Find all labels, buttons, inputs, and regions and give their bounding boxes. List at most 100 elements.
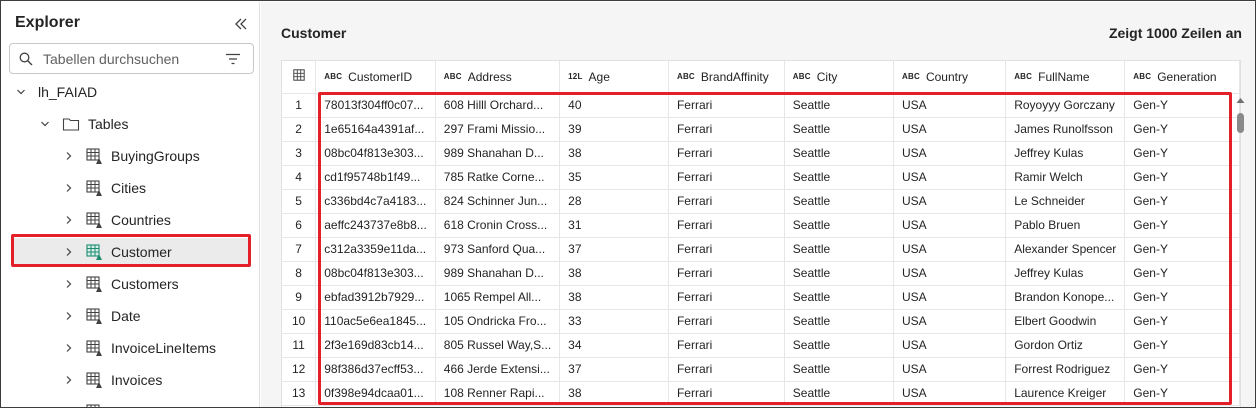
- table-row[interactable]: 12 98f386d37ecff53... 466 Jerde Extensi...…: [282, 357, 1240, 382]
- table-cell[interactable]: Ferrari: [668, 189, 785, 214]
- table-cell[interactable]: Ferrari: [668, 381, 785, 406]
- table-cell[interactable]: Ferrari: [668, 213, 785, 238]
- table-cell[interactable]: 110ac5e6ea1845...: [315, 309, 436, 334]
- table-cell[interactable]: Gen-Y: [1124, 189, 1240, 214]
- table-cell[interactable]: USA: [893, 189, 1007, 214]
- table-cell[interactable]: 39: [559, 117, 669, 142]
- table-cell[interactable]: Gen-Y: [1124, 213, 1240, 238]
- column-header[interactable]: ABC CustomerID: [315, 61, 436, 94]
- row-number[interactable]: 9: [282, 285, 317, 310]
- table-cell[interactable]: USA: [893, 381, 1007, 406]
- table-cell[interactable]: Gen-Y: [1124, 285, 1240, 310]
- table-cell[interactable]: Gen-Y: [1124, 333, 1240, 358]
- table-row[interactable]: 2 1e65164a4391af... 297 Frami Missio... 39 F…: [282, 117, 1240, 142]
- table-cell[interactable]: 08bc04f813e303...: [315, 261, 436, 286]
- table-row[interactable]: 1 78013f304ff0c07... 608 Hilll Orchard... 4…: [282, 93, 1240, 118]
- tree-item-table[interactable]: Cities: [2, 174, 259, 202]
- table-cell[interactable]: 37: [559, 237, 669, 262]
- table-cell[interactable]: cd1f95748b1f49...: [315, 165, 436, 190]
- table-row[interactable]: 5 c336bd4c7a4183... 824 Schinner Jun... 28 F…: [282, 189, 1240, 214]
- table-cell[interactable]: Seattle: [784, 261, 895, 286]
- table-cell[interactable]: 805 Russel Way,S...: [435, 333, 561, 358]
- table-cell[interactable]: Royoyyy Gorczany: [1005, 93, 1126, 118]
- chevron-right-icon[interactable]: [63, 214, 75, 226]
- table-cell[interactable]: Seattle: [784, 357, 895, 382]
- table-cell[interactable]: Ferrari: [668, 165, 785, 190]
- row-number[interactable]: 11: [282, 333, 317, 358]
- table-cell[interactable]: 0f398e94dcaa01...: [315, 381, 436, 406]
- table-cell[interactable]: USA: [893, 117, 1007, 142]
- table-cell[interactable]: 38: [559, 141, 669, 166]
- table-cell[interactable]: c312a3359e11da...: [315, 237, 436, 262]
- table-cell[interactable]: Gen-Y: [1124, 381, 1240, 406]
- table-cell[interactable]: 33: [559, 309, 669, 334]
- table-cell[interactable]: Gen-Y: [1124, 117, 1240, 142]
- table-cell[interactable]: Jeffrey Kulas: [1005, 141, 1126, 166]
- table-cell[interactable]: Forrest Rodriguez: [1005, 357, 1126, 382]
- table-cell[interactable]: Ferrari: [668, 357, 785, 382]
- table-cell[interactable]: ebfad3912b7929...: [315, 285, 436, 310]
- table-cell[interactable]: Ferrari: [668, 309, 785, 334]
- filter-icon[interactable]: [225, 53, 241, 65]
- table-cell[interactable]: USA: [893, 213, 1007, 238]
- tree-item-table[interactable]: Date: [2, 302, 259, 330]
- table-cell[interactable]: Seattle: [784, 237, 895, 262]
- table-cell[interactable]: USA: [893, 357, 1007, 382]
- table-cell[interactable]: 608 Hilll Orchard...: [435, 93, 561, 118]
- column-header[interactable]: 12L Age: [559, 61, 669, 94]
- table-cell[interactable]: Gordon Ortiz: [1005, 333, 1126, 358]
- table-cell[interactable]: Seattle: [784, 309, 895, 334]
- table-cell[interactable]: 34: [559, 333, 669, 358]
- table-cell[interactable]: USA: [893, 285, 1007, 310]
- data-grid[interactable]: ABC CustomerID ABC Address 12L Age ABC Brand…: [281, 60, 1241, 407]
- table-cell[interactable]: Ferrari: [668, 237, 785, 262]
- table-cell[interactable]: 35: [559, 165, 669, 190]
- chevron-right-icon[interactable]: [63, 182, 75, 194]
- row-number[interactable]: 12: [282, 357, 317, 382]
- table-cell[interactable]: USA: [893, 333, 1007, 358]
- column-header[interactable]: ABC BrandAffinity: [668, 61, 785, 94]
- table-cell[interactable]: James Runolfsson: [1005, 117, 1126, 142]
- table-cell[interactable]: 38: [559, 381, 669, 406]
- table-cell[interactable]: Ferrari: [668, 333, 785, 358]
- table-cell[interactable]: 618 Cronin Cross...: [435, 213, 561, 238]
- table-cell[interactable]: 2f3e169d83cb14...: [315, 333, 436, 358]
- table-cell[interactable]: Ferrari: [668, 93, 785, 118]
- scroll-up-arrow-icon[interactable]: [1236, 97, 1245, 104]
- table-cell[interactable]: Seattle: [784, 213, 895, 238]
- table-row[interactable]: 6 aeffc243737e8b8... 618 Cronin Cross... 31…: [282, 213, 1240, 238]
- table-cell[interactable]: USA: [893, 261, 1007, 286]
- table-row[interactable]: 10 110ac5e6ea1845... 105 Ondricka Fro... 33…: [282, 309, 1240, 334]
- table-cell[interactable]: Gen-Y: [1124, 165, 1240, 190]
- table-row[interactable]: 7 c312a3359e11da... 973 Sanford Qua... 37 Fe…: [282, 237, 1240, 262]
- row-number[interactable]: 6: [282, 213, 317, 238]
- table-cell[interactable]: Alexander Spencer: [1005, 237, 1126, 262]
- tree-item-tables-folder[interactable]: Tables: [2, 110, 259, 138]
- table-cell[interactable]: Seattle: [784, 93, 895, 118]
- table-cell[interactable]: Gen-Y: [1124, 357, 1240, 382]
- table-search-input[interactable]: [43, 49, 223, 69]
- table-row[interactable]: 13 0f398e94dcaa01... 108 Renner Rapi... 38 F…: [282, 381, 1240, 406]
- table-cell[interactable]: c336bd4c7a4183...: [315, 189, 436, 214]
- scrollbar-thumb[interactable]: [1237, 113, 1244, 133]
- table-cell[interactable]: Ramir Welch: [1005, 165, 1126, 190]
- tree-item-table[interactable]: InvoiceLineItems: [2, 334, 259, 362]
- table-cell[interactable]: aeffc243737e8b8...: [315, 213, 436, 238]
- table-cell[interactable]: Gen-Y: [1124, 141, 1240, 166]
- chevron-right-icon[interactable]: [63, 310, 75, 322]
- table-cell[interactable]: Gen-Y: [1124, 93, 1240, 118]
- table-cell[interactable]: USA: [893, 309, 1007, 334]
- table-cell[interactable]: 989 Shanahan D...: [435, 261, 561, 286]
- tree-item-table[interactable]: Customers: [2, 270, 259, 298]
- table-cell[interactable]: Gen-Y: [1124, 309, 1240, 334]
- table-cell[interactable]: Ferrari: [668, 141, 785, 166]
- table-cell[interactable]: 824 Schinner Jun...: [435, 189, 561, 214]
- table-cell[interactable]: 105 Ondricka Fro...: [435, 309, 561, 334]
- table-search-box[interactable]: [9, 43, 254, 74]
- table-cell[interactable]: Elbert Goodwin: [1005, 309, 1126, 334]
- column-header[interactable]: ABC Generation: [1124, 61, 1240, 94]
- row-number[interactable]: 13: [282, 381, 317, 406]
- tree-item-table[interactable]: Countries: [2, 206, 259, 234]
- table-cell[interactable]: Gen-Y: [1124, 261, 1240, 286]
- tree-item-table[interactable]: Invoices: [2, 366, 259, 394]
